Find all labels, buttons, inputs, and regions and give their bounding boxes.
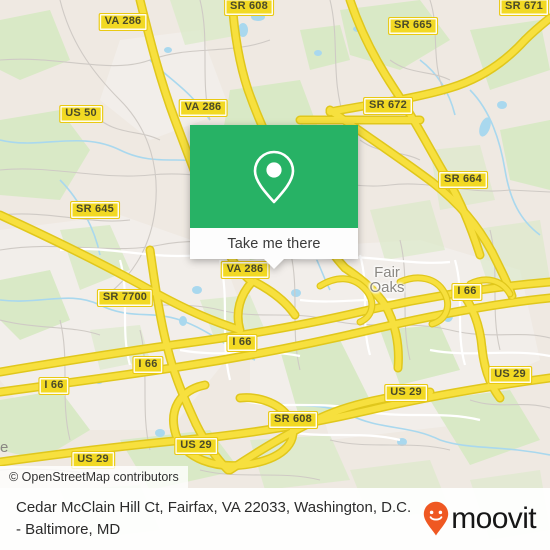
road-shield[interactable]: SR 665 <box>388 17 438 35</box>
popup-footer[interactable]: Take me there <box>190 228 358 269</box>
location-popup-card[interactable]: Take me there <box>190 125 358 269</box>
road-shield[interactable]: US 29 <box>488 366 532 384</box>
road-shield[interactable]: SR 664 <box>438 171 488 189</box>
place-label-fair-oaks: Fair Oaks <box>369 264 405 296</box>
moovit-wordmark: moovit <box>451 502 536 535</box>
road-shield[interactable]: I 66 <box>226 334 258 352</box>
road-shield[interactable]: SR 672 <box>363 97 413 115</box>
moovit-pin-icon <box>424 501 449 536</box>
place-label-clipped: e <box>0 439 9 456</box>
road-shield[interactable]: SR 671 <box>499 0 549 16</box>
bottom-bar: Cedar McClain Hill Ct, Fairfax, VA 22033… <box>0 488 550 550</box>
take-me-there-label: Take me there <box>227 235 321 252</box>
road-shield[interactable]: SR 608 <box>224 0 274 16</box>
map-screenshot: Fair Oaks e SR 608 SR 665 SR 671 VA 286 … <box>0 0 550 550</box>
road-shield[interactable]: I 66 <box>38 377 70 395</box>
road-shield[interactable]: VA 286 <box>178 99 228 117</box>
road-shield[interactable]: SR 645 <box>70 201 120 219</box>
road-shield[interactable]: US 50 <box>59 105 103 123</box>
road-shield[interactable]: I 66 <box>451 283 483 301</box>
road-shield[interactable]: SR 7700 <box>96 289 154 307</box>
attribution-text: © OpenStreetMap contributors <box>9 470 179 484</box>
road-shield[interactable]: VA 286 <box>98 13 148 31</box>
popup-header <box>190 125 358 228</box>
road-shield[interactable]: US 29 <box>174 437 218 455</box>
moovit-logo[interactable]: moovit <box>423 501 542 537</box>
road-shield[interactable]: US 29 <box>384 384 428 402</box>
address-text: Cedar McClain Hill Ct, Fairfax, VA 22033… <box>16 499 412 538</box>
map-attribution[interactable]: © OpenStreetMap contributors <box>0 466 188 488</box>
popup-tail <box>263 258 285 269</box>
road-shield[interactable]: SR 608 <box>268 411 318 429</box>
map-pin-icon <box>253 150 295 203</box>
road-shield[interactable]: I 66 <box>132 356 164 374</box>
